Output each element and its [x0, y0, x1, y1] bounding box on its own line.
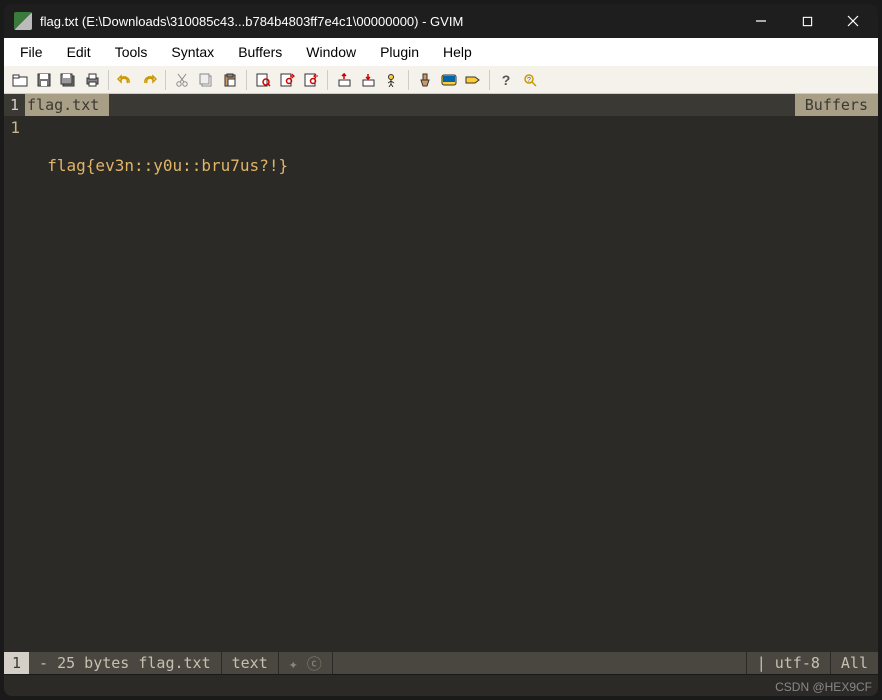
- tags-icon[interactable]: [463, 70, 483, 90]
- close-button[interactable]: [830, 4, 876, 38]
- code-text: flag{ev3n::y0u::bru7us?!}: [28, 156, 288, 175]
- maximize-button[interactable]: [784, 4, 830, 38]
- status-line-number: 1: [4, 652, 29, 674]
- print-icon[interactable]: [82, 70, 102, 90]
- find-icon[interactable]: [253, 70, 273, 90]
- status-flags: ✦ ⓒ: [279, 652, 332, 674]
- menu-plugin[interactable]: Plugin: [368, 38, 431, 66]
- paste-icon[interactable]: [220, 70, 240, 90]
- help-icon[interactable]: ?: [496, 70, 516, 90]
- watermark: CSDN @HEX9CF: [775, 680, 872, 694]
- status-filetype: text: [222, 652, 278, 674]
- save-icon[interactable]: [34, 70, 54, 90]
- find-prev-icon[interactable]: [301, 70, 321, 90]
- minimize-button[interactable]: [738, 4, 784, 38]
- status-encoding: | utf-8: [747, 652, 830, 674]
- status-position: All: [831, 652, 878, 674]
- shell-icon[interactable]: [439, 70, 459, 90]
- toolbar: ? ?: [4, 66, 878, 94]
- save-session-icon[interactable]: [358, 70, 378, 90]
- menu-help[interactable]: Help: [431, 38, 484, 66]
- toolbar-separator: [327, 70, 328, 90]
- open-icon[interactable]: [10, 70, 30, 90]
- svg-text:?: ?: [527, 77, 531, 84]
- buffer-tab-name[interactable]: flag.txt: [25, 94, 109, 116]
- menu-file[interactable]: File: [8, 38, 55, 66]
- cut-icon[interactable]: [172, 70, 192, 90]
- find-help-icon[interactable]: ?: [520, 70, 540, 90]
- window-title: flag.txt (E:\Downloads\310085c43...b784b…: [40, 14, 463, 29]
- window-frame: flag.txt (E:\Downloads\310085c43...b784b…: [4, 4, 878, 696]
- buffer-tabline: 1 flag.txt Buffers: [4, 94, 878, 116]
- load-session-icon[interactable]: [334, 70, 354, 90]
- line-number: 1: [4, 118, 20, 137]
- code-content[interactable]: flag{ev3n::y0u::bru7us?!}: [24, 116, 878, 652]
- buffers-panel-label[interactable]: Buffers: [795, 94, 878, 116]
- find-next-icon[interactable]: [277, 70, 297, 90]
- menu-edit[interactable]: Edit: [55, 38, 103, 66]
- titlebar[interactable]: flag.txt (E:\Downloads\310085c43...b784b…: [4, 4, 878, 38]
- command-line[interactable]: [4, 674, 878, 696]
- run-script-icon[interactable]: [382, 70, 402, 90]
- make-icon[interactable]: [415, 70, 435, 90]
- menu-window[interactable]: Window: [294, 38, 368, 66]
- toolbar-separator: [246, 70, 247, 90]
- menu-tools[interactable]: Tools: [103, 38, 160, 66]
- menu-buffers[interactable]: Buffers: [226, 38, 294, 66]
- buffer-number[interactable]: 1: [4, 94, 25, 116]
- editor-area[interactable]: 1 flag{ev3n::y0u::bru7us?!}: [4, 116, 878, 652]
- toolbar-separator: [408, 70, 409, 90]
- undo-icon[interactable]: [115, 70, 135, 90]
- toolbar-separator: [489, 70, 490, 90]
- status-fileinfo: - 25 bytes flag.txt: [29, 652, 221, 674]
- statusbar: 1 - 25 bytes flag.txt text ✦ ⓒ | utf-8 A…: [4, 652, 878, 674]
- menu-syntax[interactable]: Syntax: [159, 38, 226, 66]
- save-all-icon[interactable]: [58, 70, 78, 90]
- redo-icon[interactable]: [139, 70, 159, 90]
- menubar: File Edit Tools Syntax Buffers Window Pl…: [4, 38, 878, 66]
- toolbar-separator: [165, 70, 166, 90]
- app-icon: [14, 12, 32, 30]
- toolbar-separator: [108, 70, 109, 90]
- line-number-gutter: 1: [4, 116, 24, 652]
- copy-icon[interactable]: [196, 70, 216, 90]
